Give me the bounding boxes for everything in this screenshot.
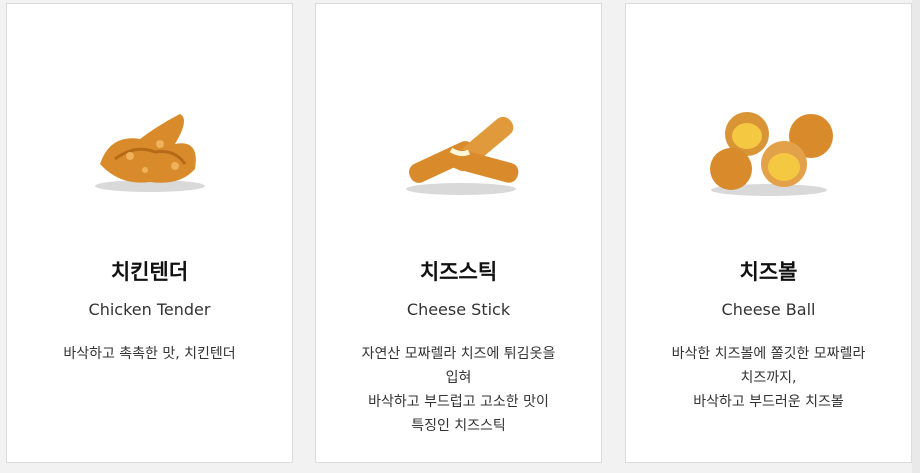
description-line: 바삭하고 부드러운 치즈볼 xyxy=(693,394,844,410)
description-line: 바삭한 치즈볼에 쫄깃한 모짜렐라 xyxy=(671,346,866,362)
description-line: 치즈까지, xyxy=(740,370,797,386)
menu-name-english: Cheese Stick xyxy=(406,300,511,319)
menu-name-english: Cheese Ball xyxy=(721,300,816,319)
menu-name-english: Chicken Tender xyxy=(88,300,211,319)
menu-description: 자연산 모짜렐라 치즈에 튀김옷을 입혀 바삭하고 부드럽고 고소한 맛이 특징… xyxy=(336,342,581,438)
vertical-scrollbar[interactable] xyxy=(912,0,920,473)
cheese-ball-image xyxy=(626,94,911,204)
description-line: 입혀 xyxy=(445,370,472,386)
menu-name-korean: 치킨텐더 xyxy=(110,260,189,284)
menu-card-cheese-stick[interactable]: 치즈스틱 Cheese Stick 자연산 모짜렐라 치즈에 튀김옷을 입혀 바… xyxy=(315,3,602,463)
menu-card-cheese-ball[interactable]: 치즈볼 Cheese Ball 바삭한 치즈볼에 쫄깃한 모짜렐라 치즈까지, … xyxy=(625,3,912,463)
menu-description: 바삭한 치즈볼에 쫄깃한 모짜렐라 치즈까지, 바삭하고 부드러운 치즈볼 xyxy=(646,342,891,414)
chicken-tender-image xyxy=(7,94,292,204)
menu-name-korean: 치즈스틱 xyxy=(419,260,498,284)
menu-name-korean: 치즈볼 xyxy=(739,260,798,284)
description-line: 자연산 모짜렐라 치즈에 튀김옷을 xyxy=(361,346,556,362)
description-line: 바삭하고 촉촉한 맛, 치킨텐더 xyxy=(63,346,236,362)
description-line: 바삭하고 부드럽고 고소한 맛이 xyxy=(368,394,549,410)
menu-card-chicken-tender[interactable]: 치킨텐더 Chicken Tender 바삭하고 촉촉한 맛, 치킨텐더 xyxy=(6,3,293,463)
cheese-stick-image xyxy=(316,94,601,204)
menu-description: 바삭하고 촉촉한 맛, 치킨텐더 xyxy=(27,342,272,366)
description-line: 특징인 치즈스틱 xyxy=(411,418,506,434)
